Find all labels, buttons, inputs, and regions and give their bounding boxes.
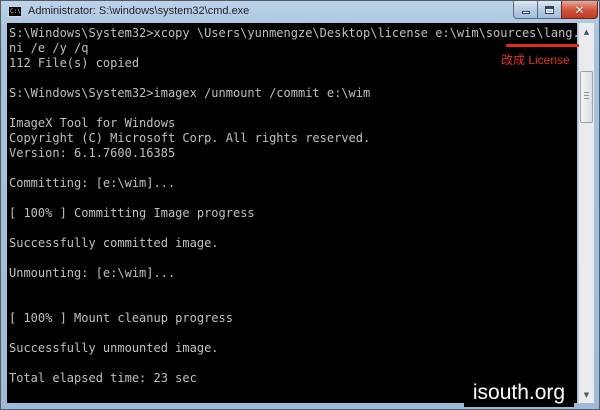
console-line: Successfully unmounted image. xyxy=(9,341,219,355)
console-line: Unmounting: [e:\wim]... xyxy=(9,266,176,280)
cmd-window: C:\ Administrator: S:\windows\system32\c… xyxy=(0,0,600,410)
minimize-icon xyxy=(521,11,530,14)
console-line: [ 100% ] Mount cleanup progress xyxy=(9,311,233,325)
minimize-button[interactable] xyxy=(513,1,538,19)
close-button[interactable]: ✕ xyxy=(561,1,598,19)
scroll-up-arrow-icon[interactable]: ▲ xyxy=(579,23,594,40)
scroll-down-arrow-icon[interactable]: ▼ xyxy=(579,386,594,403)
vertical-scrollbar[interactable]: ▲ ▼ xyxy=(578,23,594,403)
console-line: ImageX Tool for Windows xyxy=(9,116,176,130)
close-icon: ✕ xyxy=(574,2,585,17)
annotation-underline xyxy=(506,44,579,47)
console-line: 112 File(s) copied xyxy=(9,56,140,70)
console-output[interactable]: S:\Windows\System32>xcopy \Users\yunmeng… xyxy=(7,23,577,403)
console-text: S:\Windows\System32>xcopy \Users\yunmeng… xyxy=(7,23,577,386)
scroll-thumb[interactable] xyxy=(580,71,593,123)
watermark: isouth.org xyxy=(464,379,574,407)
scroll-thumb-grip-icon xyxy=(584,92,589,100)
annotation-note: 改成 License xyxy=(501,53,570,67)
console-line: ni /e /y /q xyxy=(9,41,89,55)
maximize-icon xyxy=(545,5,554,14)
console-line: S:\Windows\System32>xcopy \Users\yunmeng… xyxy=(9,26,577,40)
console-line: S:\Windows\System32>imagex /unmount /com… xyxy=(9,86,371,100)
window-title: Administrator: S:\windows\system32\cmd.e… xyxy=(28,5,250,17)
console-line: [ 100% ] Committing Image progress xyxy=(9,206,255,220)
console-line: Successfully committed image. xyxy=(9,236,219,250)
maximize-button[interactable] xyxy=(537,1,562,19)
cmd-app-icon[interactable]: C:\ xyxy=(8,6,22,17)
console-line: Committing: [e:\wim]... xyxy=(9,176,176,190)
title-bar[interactable]: C:\ Administrator: S:\windows\system32\c… xyxy=(1,1,599,23)
console-line: Version: 6.1.7600.16385 xyxy=(9,146,176,160)
console-line: Total elapsed time: 23 sec xyxy=(9,371,197,385)
console-line: Copyright (C) Microsoft Corp. All rights… xyxy=(9,131,371,145)
